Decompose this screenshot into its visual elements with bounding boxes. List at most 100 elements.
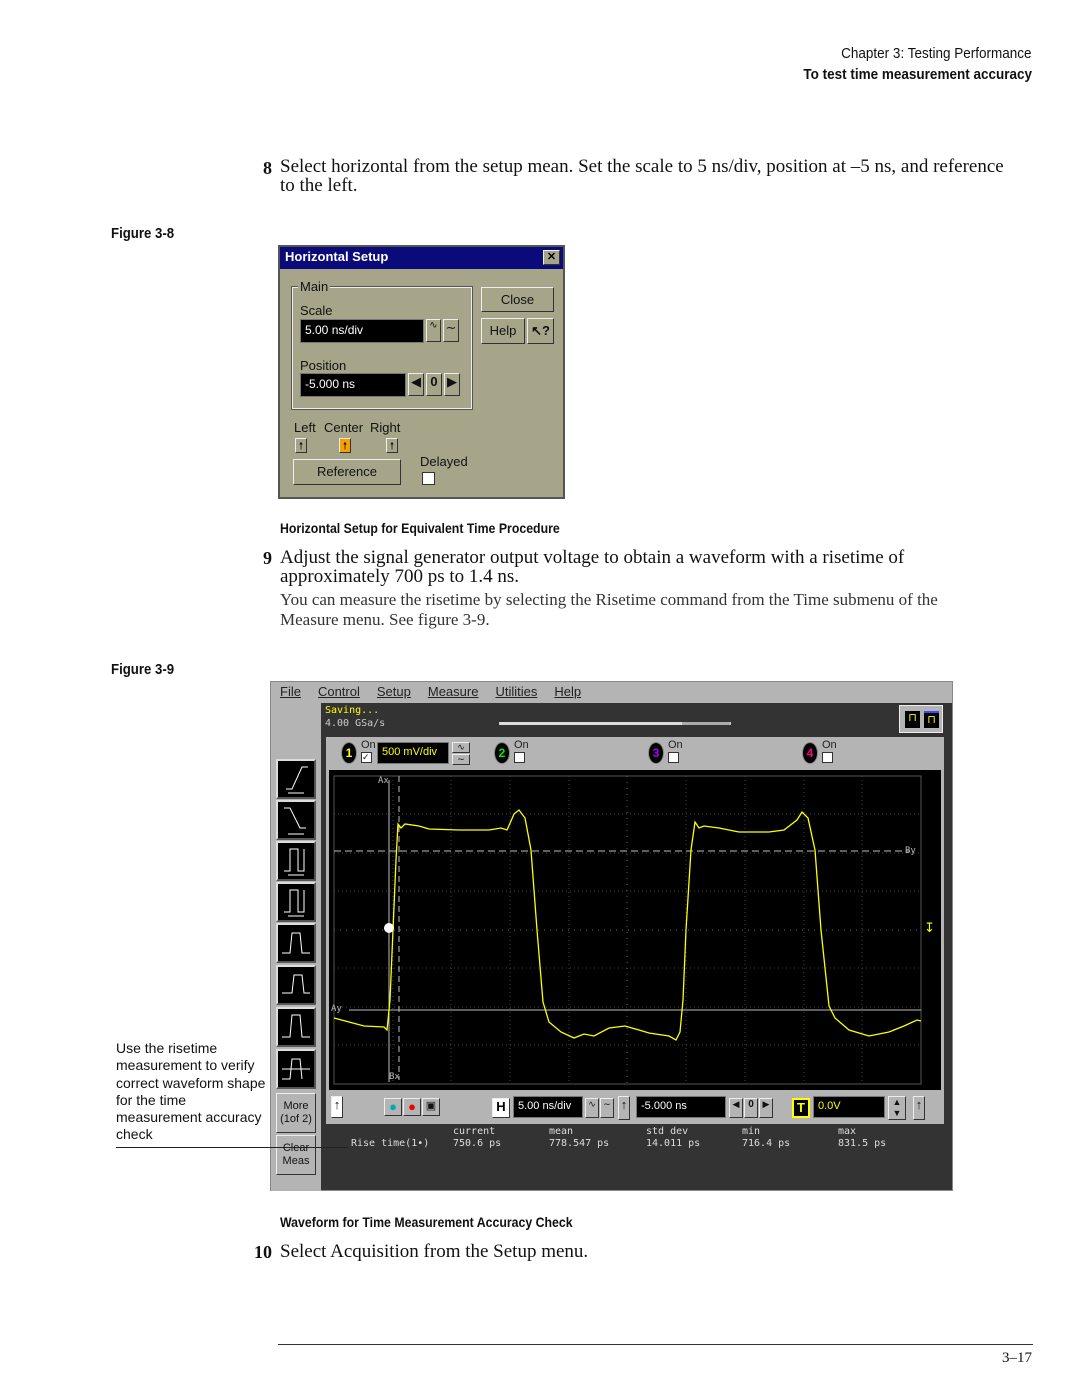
figure-caption: Waveform for Time Measurement Accuracy C…: [280, 1214, 573, 1230]
run-button[interactable]: ●: [384, 1098, 402, 1116]
ch2-on-checkbox[interactable]: [514, 752, 525, 763]
delayed-checkbox[interactable]: [422, 472, 435, 485]
callout-line: [116, 1147, 348, 1148]
fine-adjust-button[interactable]: ∿: [426, 319, 441, 342]
dialog-title: Horizontal Setup: [285, 249, 389, 264]
close-icon[interactable]: ✕: [543, 250, 560, 265]
pulse-zoom-icon[interactable]: ⊓: [924, 711, 939, 728]
trigger-level-icon[interactable]: ↧: [924, 920, 935, 936]
menu-control[interactable]: Control: [318, 684, 360, 701]
menu-measure[interactable]: Measure: [428, 684, 479, 701]
single-button[interactable]: ▣: [422, 1098, 440, 1116]
sample-rate: 4.00 GSa/s: [325, 718, 386, 729]
status-text: Saving...: [325, 705, 380, 716]
h-fine-button[interactable]: ∿: [585, 1098, 599, 1118]
more-button[interactable]: More (1of 2): [276, 1093, 316, 1133]
menu-help[interactable]: Help: [554, 684, 581, 701]
display-mode-buttons[interactable]: ⊓ ⊓: [899, 705, 943, 733]
horizontal-position-field[interactable]: -5.000 ns: [636, 1096, 726, 1118]
step-note: You can measure the risetime by selectin…: [280, 590, 938, 629]
meas-std-dev: std dev 14.011 ps: [646, 1126, 701, 1149]
measurement-point: [384, 923, 394, 933]
whats-this-button[interactable]: ↖?: [527, 318, 554, 344]
position-field[interactable]: -5.000 ns: [300, 373, 406, 397]
figure-label: Figure 3-8: [111, 225, 175, 242]
clear-meas-button[interactable]: Clear Meas: [276, 1135, 316, 1175]
channel-1-icon[interactable]: 1: [341, 742, 357, 764]
h-ref-arrow-icon[interactable]: ↑: [618, 1096, 630, 1120]
right-arrow-button[interactable]: ▶: [444, 373, 460, 396]
measurement-name: Rise time(1•): [351, 1138, 430, 1149]
channel-4-icon[interactable]: 4: [802, 742, 818, 764]
vmin-tool-icon[interactable]: [276, 965, 316, 1005]
menu-utilities[interactable]: Utilities: [495, 684, 537, 701]
horizontal-icon[interactable]: H: [492, 1098, 510, 1118]
rise-time-tool-icon[interactable]: [276, 759, 316, 799]
frequency-tool-icon[interactable]: [276, 882, 316, 922]
left-arrow-button[interactable]: ◀: [408, 373, 424, 396]
menu-setup[interactable]: Setup: [377, 684, 411, 701]
step-text: Adjust the signal generator output volta…: [280, 547, 905, 587]
step-number: 8: [263, 158, 272, 178]
trigger-ref-arrow-icon[interactable]: ↑: [913, 1096, 925, 1120]
ch3-on-label: On: [668, 739, 683, 751]
h-right-button[interactable]: ▶: [759, 1098, 773, 1118]
channel-2-icon[interactable]: 2: [494, 742, 510, 764]
ch1-down-button[interactable]: ∼: [452, 754, 470, 765]
period-tool-icon[interactable]: [276, 841, 316, 881]
page-number: 3–17: [1002, 1350, 1032, 1366]
pulse-icon[interactable]: ⊓: [905, 711, 920, 728]
menu-bar: File Control Setup Measure Utilities Hel…: [271, 682, 952, 703]
ch4-on-label: On: [822, 739, 837, 751]
ref-left-button[interactable]: 🠕: [295, 438, 307, 453]
ch1-on-checkbox[interactable]: ✓: [361, 752, 372, 763]
main-group-label: Main: [298, 279, 331, 294]
step-number: 10: [254, 1242, 272, 1262]
zero-button[interactable]: 0: [426, 373, 442, 396]
scale-label: Scale: [300, 303, 333, 318]
ch1-scale-field[interactable]: 500 mV/div: [377, 742, 449, 764]
ch4-on-checkbox[interactable]: [822, 752, 833, 763]
vavg-tool-icon[interactable]: [276, 1049, 316, 1089]
graticule: [333, 775, 922, 1085]
figure-caption: Horizontal Setup for Equivalent Time Pro…: [280, 520, 560, 536]
ch1-up-button[interactable]: ∿: [452, 742, 470, 753]
meas-mean: mean 778.547 ps: [549, 1126, 610, 1149]
ref-right-button[interactable]: 🠕: [386, 438, 398, 453]
reference-button[interactable]: Reference: [293, 459, 401, 485]
step-text: Select Acquisition from the Setup menu.: [280, 1241, 589, 1262]
trigger-level-field[interactable]: 0.0V: [813, 1096, 885, 1118]
ref-center-button[interactable]: 🠕: [339, 438, 351, 453]
stop-button[interactable]: ●: [403, 1098, 421, 1116]
footer-rule: [278, 1344, 1033, 1345]
control-bar: ↑ ● ● ▣ H 5.00 ns/div ∿ ∼ ↑ -5.000 ns ◀ …: [326, 1090, 944, 1124]
h-coarse-button[interactable]: ∼: [600, 1098, 614, 1118]
ref-center-label: Center: [324, 420, 364, 435]
waveform-display[interactable]: Ax Bx Ay By ↧: [326, 770, 944, 1090]
ch3-on-checkbox[interactable]: [668, 752, 679, 763]
ch1-on-label: On: [361, 739, 376, 751]
scale-field[interactable]: 5.00 ns/div: [300, 319, 424, 343]
pulse-width-tool-icon[interactable]: [276, 923, 316, 963]
fall-time-tool-icon[interactable]: [276, 800, 316, 840]
help-button[interactable]: Help: [481, 318, 525, 344]
dialog-titlebar: Horizontal Setup ✕: [280, 247, 563, 269]
horizontal-setup-dialog: Horizontal Setup ✕ Main Scale 5.00 ns/di…: [278, 245, 565, 499]
close-button[interactable]: Close: [481, 287, 554, 312]
channel-3-icon[interactable]: 3: [648, 742, 664, 764]
menu-file[interactable]: File: [280, 684, 301, 701]
trigger-stepper[interactable]: ▲ ▼: [888, 1096, 906, 1120]
h-zero-button[interactable]: 0: [744, 1098, 758, 1118]
channel-1-trace: [333, 809, 922, 1041]
marker-ay-label: Ay: [331, 1004, 342, 1014]
marker-by-label: By: [905, 846, 916, 856]
h-left-button[interactable]: ◀: [729, 1098, 743, 1118]
trigger-icon[interactable]: T: [792, 1098, 810, 1118]
marker-bx-label: Bx: [389, 1072, 400, 1082]
ref-arrow-icon[interactable]: ↑: [331, 1096, 343, 1118]
ch2-on-label: On: [514, 739, 529, 751]
horizontal-scale-field[interactable]: 5.00 ns/div: [513, 1096, 583, 1118]
channel-bar: 1 On ✓ 500 mV/div ∿ ∼ 2 On 3 On 4 On: [326, 737, 944, 770]
coarse-adjust-button[interactable]: ∼: [443, 319, 459, 342]
vpp-tool-icon[interactable]: [276, 1007, 316, 1047]
